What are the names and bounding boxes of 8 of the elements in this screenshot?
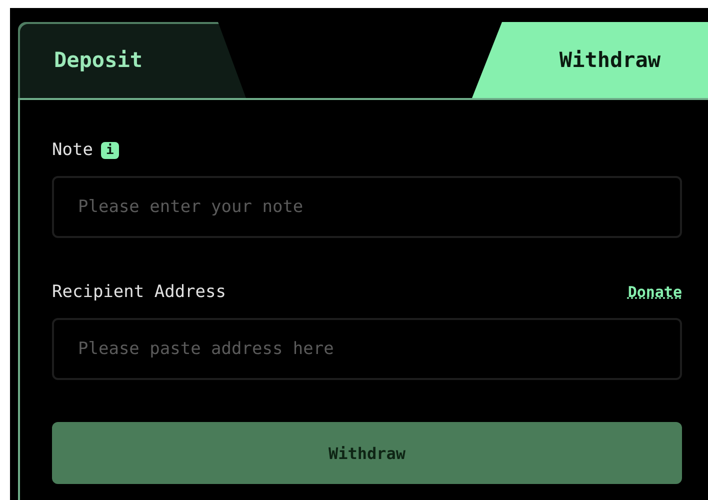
info-badge[interactable]: i	[100, 142, 119, 158]
field-label: Recipient Address	[52, 282, 226, 302]
tab[interactable]: Withdraw	[472, 22, 708, 98]
address-field[interactable]: Please paste address here	[52, 318, 682, 380]
field-label: Note	[52, 140, 93, 160]
donate-link[interactable]: Donate	[628, 283, 682, 301]
tab[interactable]: Deposit	[18, 22, 246, 98]
note-field[interactable]: Please enter your note	[52, 176, 682, 238]
